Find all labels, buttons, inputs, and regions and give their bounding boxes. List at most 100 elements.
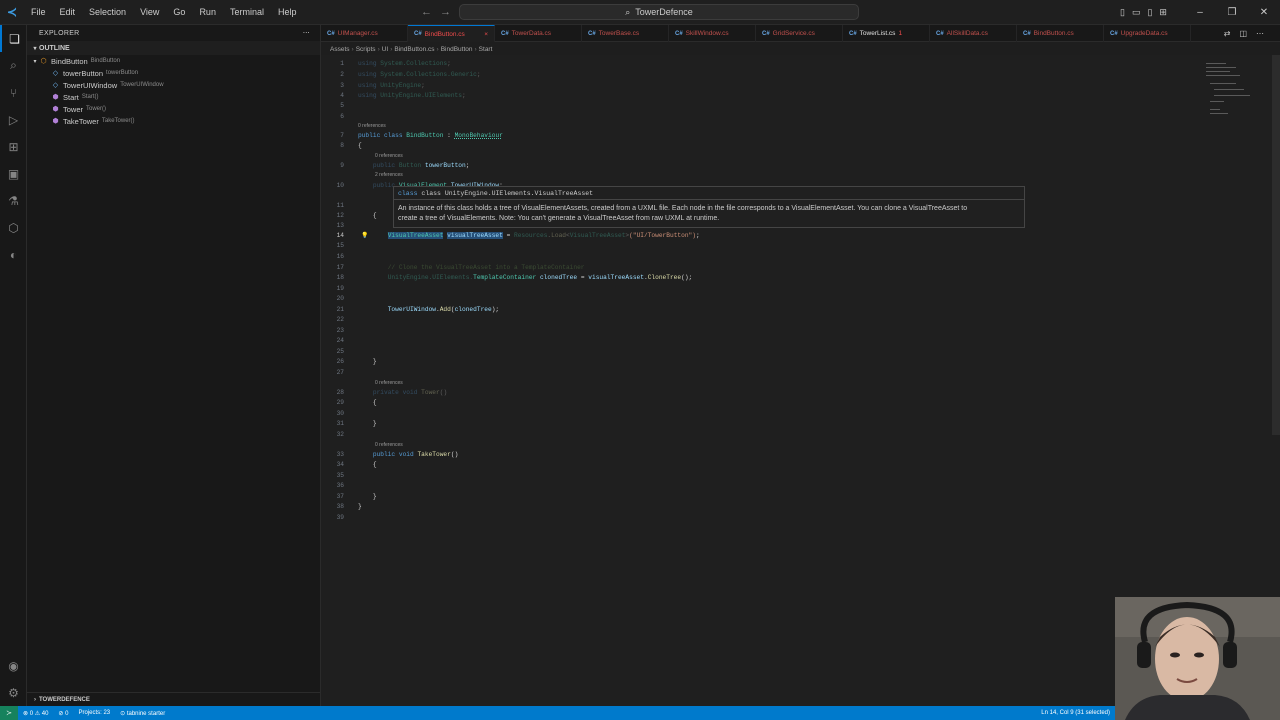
settings-gear-icon[interactable]: ⚙ — [0, 679, 27, 706]
outline-item-start[interactable]: ⬢ Start Start() — [27, 91, 320, 103]
code-line[interactable]: 33 public void TakeTower() — [321, 450, 1261, 460]
code-line[interactable]: 20 — [321, 294, 1261, 304]
codelens-references[interactable]: 0 references — [375, 441, 403, 449]
code-line[interactable]: 6 — [321, 112, 1261, 122]
breadcrumb-item[interactable]: Start — [479, 46, 493, 53]
code-line[interactable]: 2 using System.Collections.Generic; — [321, 70, 1261, 80]
menu-item-terminal[interactable]: Terminal — [223, 0, 271, 25]
code-line[interactable]: 35 — [321, 471, 1261, 481]
codelens-references[interactable]: 0 references — [375, 152, 403, 160]
code-line[interactable]: 18 UnityEngine.UIElements.TemplateContai… — [321, 273, 1261, 283]
outline-section-header[interactable]: ▾ OUTLINE — [27, 41, 320, 55]
code-line[interactable]: 37 } — [321, 492, 1261, 502]
outline-item-towerbutton[interactable]: ◇ towerButton towerButton — [27, 67, 320, 79]
compare-icon[interactable]: ⇄ — [1224, 25, 1231, 42]
command-center[interactable]: ⌕ TowerDefence — [459, 4, 859, 20]
account-icon[interactable]: ◉ — [0, 652, 27, 679]
code-line[interactable]: 3 using UnityEngine; — [321, 81, 1261, 91]
remote-explorer-icon[interactable]: ▣ — [0, 160, 27, 187]
menu-item-go[interactable]: Go — [166, 0, 192, 25]
code-line[interactable]: 39 — [321, 513, 1261, 523]
menu-item-help[interactable]: Help — [271, 0, 304, 25]
code-line[interactable]: 17 // Clone the VisualTreeAsset into a T… — [321, 263, 1261, 273]
search-icon[interactable]: ⌕ — [0, 52, 27, 79]
customize-layout-icon[interactable]: ⊞ — [1159, 0, 1167, 25]
code-line[interactable]: 27 — [321, 368, 1261, 378]
extensions-icon[interactable]: ⊞ — [0, 133, 27, 160]
code-line[interactable]: 34 { — [321, 460, 1261, 470]
breadcrumb-item[interactable]: BindButton.cs — [394, 46, 434, 53]
code-line[interactable]: 15 — [321, 241, 1261, 251]
editor-tab[interactable]: C# BindButton.cs — [1017, 25, 1104, 42]
close-tab-icon[interactable]: × — [484, 31, 488, 38]
info-count[interactable]: ⊘ 0 — [53, 710, 73, 717]
workspace-section-header[interactable]: › TOWERDEFENCE — [27, 692, 321, 706]
code-line[interactable]: 31 } — [321, 419, 1261, 429]
split-editor-icon[interactable]: ◫ — [1239, 25, 1247, 42]
code-line[interactable]: 7 public class BindButton : MonoBehaviour — [321, 131, 1261, 141]
lightbulb-icon[interactable]: 💡 — [361, 231, 368, 241]
minimize-icon[interactable]: – — [1184, 0, 1216, 25]
projects-count[interactable]: Projects: 23 — [73, 710, 115, 716]
restore-icon[interactable]: ❐ — [1216, 0, 1248, 25]
menu-item-run[interactable]: Run — [192, 0, 223, 25]
menu-item-file[interactable]: File — [24, 0, 53, 25]
editor-tab[interactable]: C# TowerData.cs — [495, 25, 582, 42]
codelens-references[interactable]: 2 references — [375, 171, 403, 179]
outline-item-taketower[interactable]: ⬢ TakeTower TakeTower() — [27, 115, 320, 127]
editor-tab[interactable]: C# BindButton.cs × — [408, 25, 495, 42]
code-line[interactable]: 36 — [321, 481, 1261, 491]
forward-arrow-icon[interactable]: → — [440, 0, 451, 25]
breadcrumb-item[interactable]: Assets — [330, 46, 350, 53]
toggle-sidebar-icon[interactable]: ▯ — [1120, 0, 1125, 25]
code-line[interactable]: 29 { — [321, 398, 1261, 408]
toggle-secondary-sidebar-icon[interactable]: ▯ — [1147, 0, 1152, 25]
editor-tab[interactable]: C# UIManager.cs — [321, 25, 408, 42]
close-icon[interactable]: ✕ — [1248, 0, 1280, 25]
menu-item-selection[interactable]: Selection — [82, 0, 133, 25]
code-line[interactable]: 14 VisualTreeAsset visualTreeAsset = Res… — [321, 231, 1261, 241]
editor-tab[interactable]: C# TowerList.cs 1 — [843, 25, 930, 42]
back-arrow-icon[interactable]: ← — [421, 0, 432, 25]
breadcrumb-item[interactable]: BindButton — [441, 46, 473, 53]
editor-tab[interactable]: C# AllSkillData.cs — [930, 25, 1017, 42]
vertical-scrollbar[interactable] — [1272, 55, 1280, 435]
more-actions-icon[interactable]: ⋯ — [1256, 25, 1264, 42]
breadcrumb-item[interactable]: Scripts — [356, 46, 376, 53]
code-line[interactable]: 8{ — [321, 141, 1261, 151]
codelens-references[interactable]: 0 references — [358, 122, 386, 130]
remote-icon[interactable]: ≻ — [0, 706, 18, 720]
code-line[interactable]: 1 using System.Collections; — [321, 59, 1261, 69]
run-debug-icon[interactable]: ▷ — [0, 106, 27, 133]
code-line[interactable]: 32 — [321, 430, 1261, 440]
menu-item-edit[interactable]: Edit — [53, 0, 83, 25]
more-actions-icon[interactable]: ⋯ — [303, 29, 310, 37]
code-line[interactable]: 30 — [321, 409, 1261, 419]
tabnine-icon[interactable]: ◐ — [0, 241, 27, 268]
explorer-icon[interactable]: ❏ — [0, 25, 27, 52]
code-line[interactable]: 9 public Button towerButton; — [321, 161, 1261, 171]
editor-tab[interactable]: C# TowerBase.cs — [582, 25, 669, 42]
breadcrumb-item[interactable]: UI — [382, 46, 389, 53]
outline-item-tower[interactable]: ⬢ Tower Tower() — [27, 103, 320, 115]
code-line[interactable]: 16 — [321, 252, 1261, 262]
codelens-references[interactable]: 0 references — [375, 379, 403, 387]
code-line[interactable]: 26 } — [321, 357, 1261, 367]
code-line[interactable]: 21 TowerUIWindow.Add(clonedTree); — [321, 305, 1261, 315]
code-line[interactable]: 24 — [321, 336, 1261, 346]
code-line[interactable]: 28 private void Tower() — [321, 388, 1261, 398]
editor-tab[interactable]: C# SkillWindow.cs — [669, 25, 756, 42]
code-line[interactable]: 19 — [321, 284, 1261, 294]
editor-tab[interactable]: C# UpgradeData.cs — [1104, 25, 1191, 42]
code-line[interactable]: 5 — [321, 101, 1261, 111]
problems-count[interactable]: ⊗ 0 ⚠ 40 — [18, 710, 53, 717]
testing-icon[interactable]: ⚗ — [0, 187, 27, 214]
code-line[interactable]: 25 — [321, 347, 1261, 357]
code-line[interactable]: 22 — [321, 315, 1261, 325]
code-line[interactable]: 23 — [321, 326, 1261, 336]
outline-item-bindbutton[interactable]: ▾ ⬡ BindButton BindButton — [27, 55, 320, 67]
cursor-position[interactable]: Ln 14, Col 9 (31 selected) — [1041, 706, 1110, 720]
toggle-panel-icon[interactable]: ▭ — [1132, 0, 1141, 25]
docker-icon[interactable]: ⬡ — [0, 214, 27, 241]
code-line[interactable]: 38} — [321, 502, 1261, 512]
